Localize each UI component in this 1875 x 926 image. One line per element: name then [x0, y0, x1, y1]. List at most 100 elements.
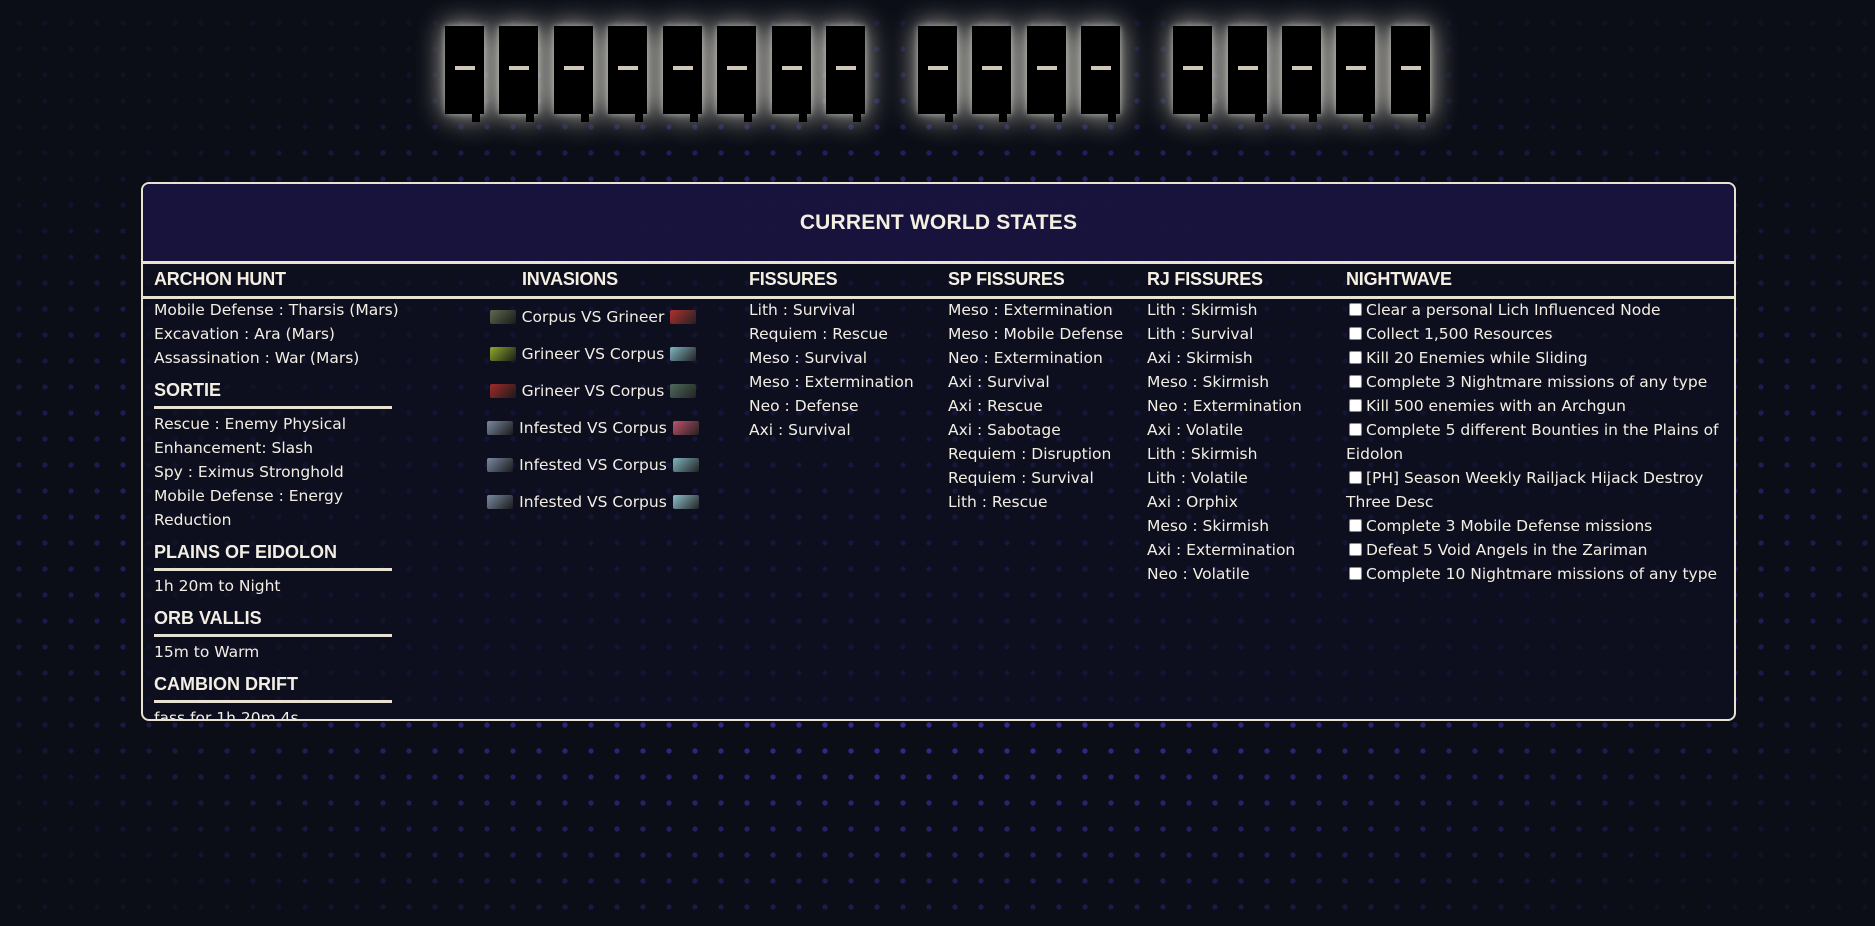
corpus-canister-icon: [672, 457, 699, 472]
nightwave-checkbox[interactable]: [1349, 567, 1362, 580]
nightwave-checkbox[interactable]: [1349, 351, 1362, 364]
nightwave-label: Kill 20 Enemies while Sliding: [1366, 349, 1588, 367]
nightwave-label: [PH] Season Weekly Railjack Hijack Destr…: [1346, 469, 1704, 511]
column-header-row: ARCHON HUNT INVASIONS FISSURES SP FISSUR…: [143, 264, 1734, 299]
sortie-item: Mobile Defense : Energy Reduction: [154, 487, 344, 529]
sp-fissure-item: Axi : Rescue: [948, 397, 1043, 415]
invasion-row: Grineer VS Corpus: [443, 335, 743, 372]
nightwave-label: Defeat 5 Void Angels in the Zariman: [1366, 541, 1648, 559]
fissure-item: Requiem : Rescue: [749, 325, 888, 343]
plains-status: 1h 20m to Night: [154, 577, 281, 595]
corpus-battery-icon: [672, 420, 699, 435]
invasion-label: Corpus VS Grineer: [521, 307, 665, 326]
nightwave-item: Collect 1,500 Resources: [1346, 322, 1731, 346]
invasions-list: Corpus VS Grineer Grineer VS Corpus Grinee…: [443, 298, 743, 520]
corpus-rifle-icon: [489, 309, 516, 324]
fissures-header: FISSURES: [749, 269, 838, 289]
nightwave-label: Complete 10 Nightmare missions of any ty…: [1366, 565, 1718, 583]
grineer-emblem-icon: [670, 309, 697, 324]
archon-item: Excavation : Ara (Mars): [154, 325, 335, 343]
vallis-header: ORB VALLIS: [154, 598, 392, 637]
rj-fissure-item: Neo : Volatile: [1147, 565, 1250, 583]
nightwave-item: Defeat 5 Void Angels in the Zariman: [1346, 538, 1731, 562]
sp-fissure-item: Meso : Mobile Defense: [948, 325, 1124, 343]
nightwave-checkbox[interactable]: [1349, 471, 1362, 484]
sp-fissure-item: Requiem : Disruption: [948, 445, 1112, 463]
rj-fissure-item: Axi : Skirmish: [1147, 349, 1253, 367]
archon-hunt-header: ARCHON HUNT: [154, 269, 286, 289]
page-title: CURRENT WORLD STATES: [799, 210, 1078, 234]
fissure-item: Meso : Survival: [749, 349, 868, 367]
cambion-status: fass for 1h 20m 4s: [154, 709, 299, 721]
sp-fissure-item: Requiem : Survival: [948, 469, 1094, 487]
world-states-panel: CURRENT WORLD STATES ARCHON HUNT INVASIO…: [141, 182, 1736, 721]
invasion-row: Infested VS Corpus: [443, 483, 743, 520]
nightwave-label: Clear a personal Lich Influenced Node: [1366, 301, 1661, 319]
grineer-emblem-icon: [489, 383, 516, 398]
grineer-rifle-icon: [489, 346, 516, 361]
plains-header: PLAINS OF EIDOLON: [154, 532, 392, 571]
sp-fissures-list: Meso : Extermination Meso : Mobile Defen…: [948, 298, 1123, 514]
cambion-header: CAMBION DRIFT: [154, 664, 392, 703]
infested-mutagen-icon: [487, 494, 514, 509]
nightwave-item: Kill 20 Enemies while Sliding: [1346, 346, 1731, 370]
nightwave-checkbox[interactable]: [1349, 519, 1362, 532]
vallis-status: 15m to Warm: [154, 643, 260, 661]
invasions-header: INVASIONS: [522, 269, 618, 289]
invasion-label: Infested VS Corpus: [519, 455, 667, 474]
sp-fissure-item: Neo : Extermination: [948, 349, 1103, 367]
rj-fissure-item: Axi : Orphix: [1147, 493, 1238, 511]
sp-fissure-item: Lith : Rescue: [948, 493, 1048, 511]
nightwave-label: Complete 3 Nightmare missions of any typ…: [1366, 373, 1708, 391]
invasion-row: Infested VS Corpus: [443, 409, 743, 446]
nightwave-checkbox[interactable]: [1349, 375, 1362, 388]
nightwave-checkbox[interactable]: [1349, 303, 1362, 316]
sortie-item: Rescue : Enemy Physical Enhancement: Sla…: [154, 415, 347, 457]
panel-header: CURRENT WORLD STATES: [143, 184, 1734, 264]
invasion-label: Infested VS Corpus: [519, 492, 667, 511]
nightwave-header: NIGHTWAVE: [1346, 269, 1452, 289]
nightwave-label: Complete 5 different Bounties in the Pla…: [1346, 421, 1719, 463]
site-logo: [445, 26, 1430, 124]
sp-fissure-item: Meso : Extermination: [948, 301, 1113, 319]
nightwave-checkbox[interactable]: [1349, 423, 1362, 436]
invasion-row: Infested VS Corpus: [443, 446, 743, 483]
archon-item: Mobile Defense : Tharsis (Mars): [154, 301, 399, 319]
rj-fissure-item: Lith : Volatile: [1147, 469, 1248, 487]
rj-fissure-item: Lith : Skirmish: [1147, 445, 1258, 463]
sp-fissure-item: Axi : Sabotage: [948, 421, 1061, 439]
nightwave-item: Complete 5 different Bounties in the Pla…: [1346, 418, 1731, 466]
corpus-canister-icon: [670, 346, 697, 361]
nightwave-item: [PH] Season Weekly Railjack Hijack Destr…: [1346, 466, 1731, 514]
archon-item: Assassination : War (Mars): [154, 349, 360, 367]
nightwave-label: Complete 3 Mobile Defense missions: [1366, 517, 1653, 535]
fissures-list: Lith : Survival Requiem : Rescue Meso : …: [749, 298, 914, 442]
sp-fissures-header: SP FISSURES: [948, 269, 1065, 289]
nightwave-item: Complete 3 Nightmare missions of any typ…: [1346, 370, 1731, 394]
fissure-item: Axi : Survival: [749, 421, 851, 439]
nightwave-item: Kill 500 enemies with an Archgun: [1346, 394, 1731, 418]
rj-fissure-item: Meso : Skirmish: [1147, 517, 1270, 535]
rj-fissure-item: Neo : Extermination: [1147, 397, 1302, 415]
rj-fissure-item: Lith : Skirmish: [1147, 301, 1258, 319]
infested-mutagen-icon: [487, 420, 514, 435]
nightwave-item: Clear a personal Lich Influenced Node: [1346, 298, 1731, 322]
rj-fissure-item: Meso : Skirmish: [1147, 373, 1270, 391]
nightwave-list: Clear a personal Lich Influenced Node Col…: [1346, 298, 1731, 586]
nightwave-item: Complete 3 Mobile Defense missions: [1346, 514, 1731, 538]
fissure-item: Neo : Defense: [749, 397, 859, 415]
sortie-item: Spy : Eximus Stronghold: [154, 463, 344, 481]
nightwave-checkbox[interactable]: [1349, 399, 1362, 412]
nightwave-checkbox[interactable]: [1349, 327, 1362, 340]
sortie-header: SORTIE: [154, 370, 392, 409]
fissure-item: Lith : Survival: [749, 301, 856, 319]
fissure-item: Meso : Extermination: [749, 373, 914, 391]
nightwave-checkbox[interactable]: [1349, 543, 1362, 556]
rj-fissure-item: Axi : Extermination: [1147, 541, 1296, 559]
rj-fissure-item: Lith : Survival: [1147, 325, 1254, 343]
rj-fissures-header: RJ FISSURES: [1147, 269, 1263, 289]
invasion-row: Corpus VS Grineer: [443, 298, 743, 335]
invasion-label: Grineer VS Corpus: [521, 344, 665, 363]
sp-fissure-item: Axi : Survival: [948, 373, 1050, 391]
rj-fissures-list: Lith : Skirmish Lith : Survival Axi : Sk…: [1147, 298, 1302, 586]
